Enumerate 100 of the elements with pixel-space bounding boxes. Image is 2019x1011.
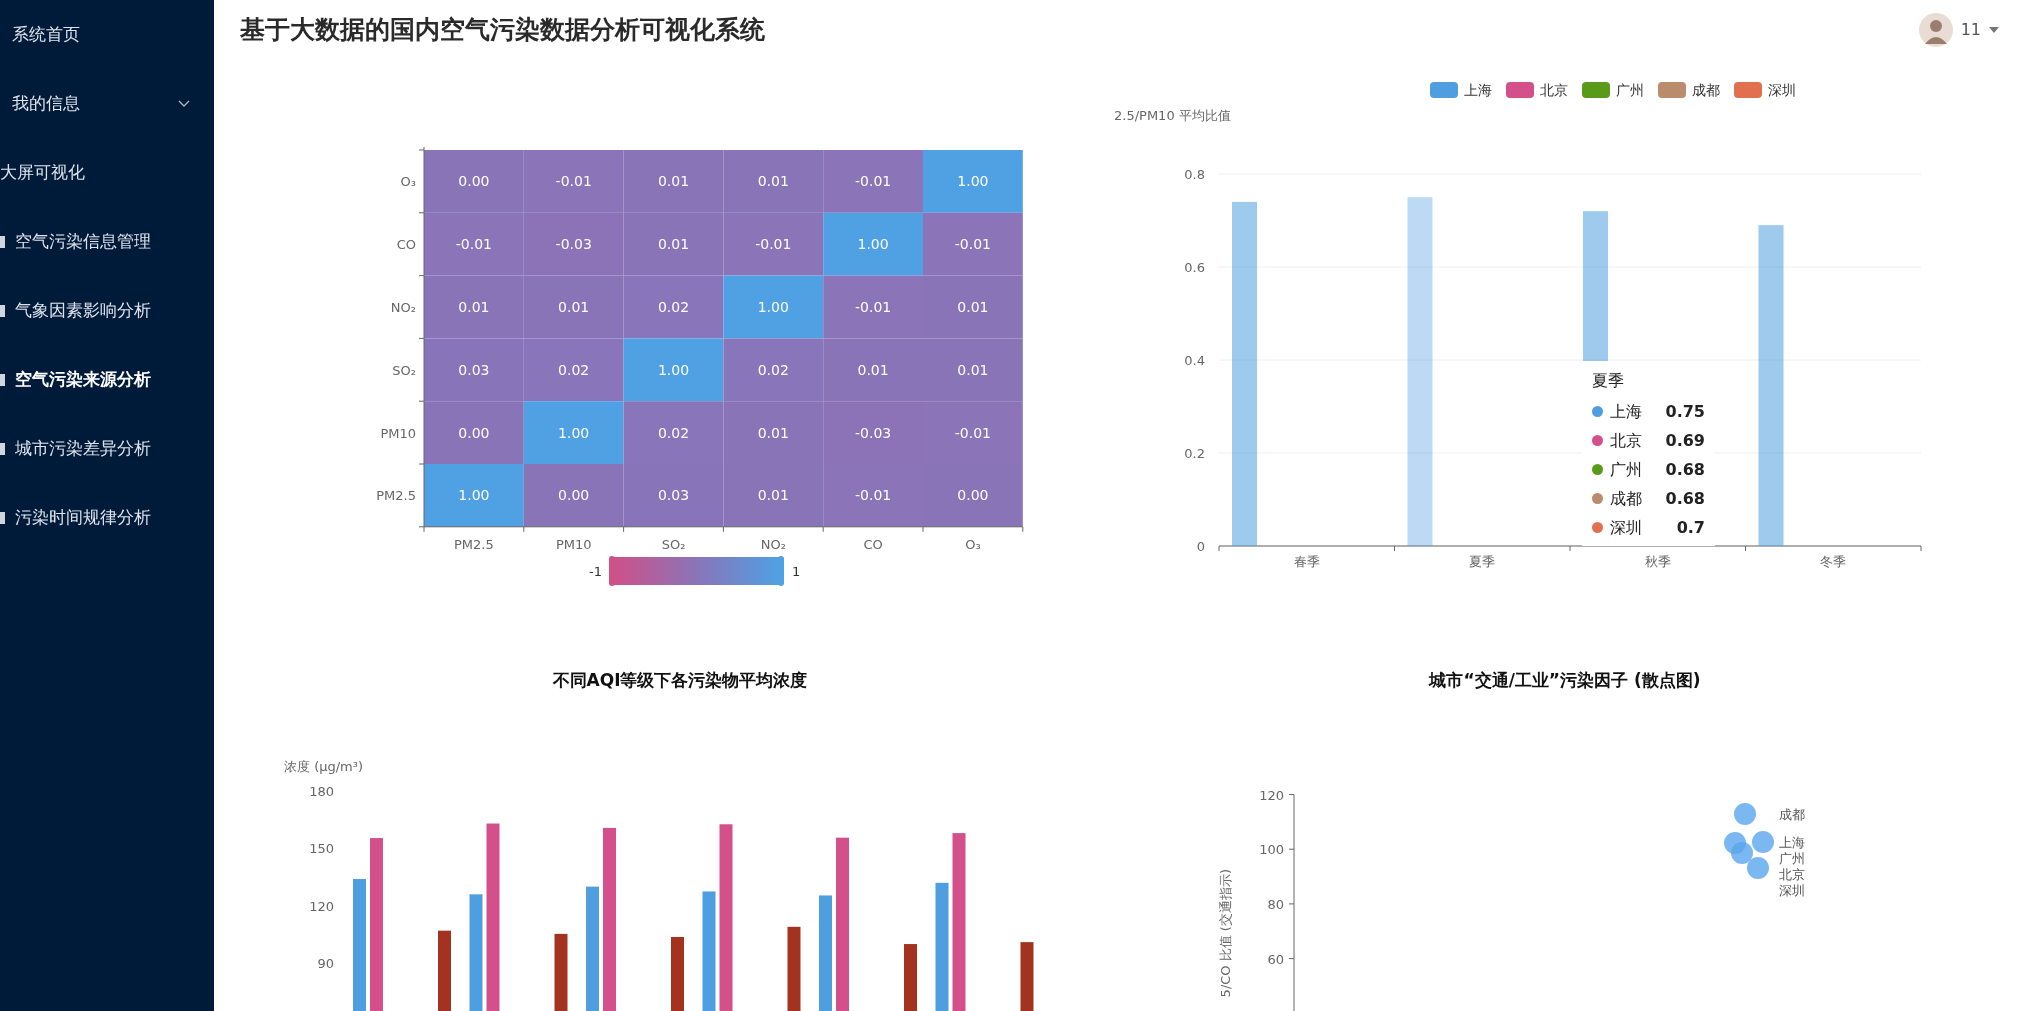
cell-value: 0.01 [458,299,490,315]
tooltip-label: 上海 [1610,400,1642,423]
menu-icon [0,442,5,455]
axis-label: SO₂ [392,362,416,378]
cell-value: 1.00 [558,424,590,441]
sidebar-item[interactable]: 系统首页 [0,0,214,69]
axis-label: O₃ [400,174,416,190]
legend-label: 成都 [1692,82,1720,98]
axis-title: 2.5/PM10 平均比值 [1114,108,1231,123]
tooltip-value: 0.69 [1665,429,1705,452]
sidebar-item[interactable]: 空气污染信息管理 [15,228,151,255]
axis-label: CO [396,237,416,253]
bar [1020,942,1034,1011]
menu-icon [0,511,5,524]
axis-label: SO₂ [661,536,686,552]
tooltip-label: 北京 [1610,429,1642,452]
tooltip-value: 0.7 [1676,516,1705,539]
legend-label: 广州 [1616,82,1644,98]
avatar-icon [1918,13,1953,47]
axis-label: 秋季 [1644,554,1671,569]
page-title: 基于大数据的国内空气污染数据分析可视化系统 [240,14,765,47]
axis-label: PM10 [555,536,592,552]
cell-value: 0.02 [558,361,590,378]
cell-value: -0.01 [855,299,892,315]
tick-label: 80 [1267,896,1284,912]
tooltip-label: 深圳 [1610,516,1642,539]
axis-label: 冬季 [1820,554,1847,569]
menu-icon [0,373,5,386]
cell-value: 0.00 [458,173,490,190]
tooltip-value: 0.68 [1665,487,1705,510]
tooltip-title: 夏季 [1592,370,1625,392]
sidebar-item[interactable]: 空气污染来源分析 [15,366,151,393]
cell-value: 0.01 [857,361,889,378]
axis-label: O₃ [965,536,981,552]
tick-label: 120 [309,898,334,914]
tick-label: 100 [1259,842,1284,858]
cell-value: 0.00 [957,487,989,504]
cell-value: -0.01 [455,236,492,253]
cell-value: -0.01 [855,173,892,190]
axis-label: PM2.5 [376,488,416,504]
tick-label: 150 [309,841,334,857]
axis-title: 浓度 (μg/m³) [284,759,364,774]
tooltip-value: 0.75 [1665,400,1705,423]
cell-value: 0.02 [657,299,690,315]
cell-value: 0.03 [657,487,690,504]
tick-label: 0 [1196,539,1205,554]
menu-icon [0,235,5,248]
sidebar-item[interactable]: 大屏可视化 [0,138,214,207]
cell-value: 0.01 [757,487,789,504]
sidebar-item[interactable]: 我的信息 [0,69,214,138]
tick-label: 0.6 [1184,260,1205,275]
bar [904,944,917,1011]
tooltip-value: 0.68 [1665,458,1705,481]
tick-label: 60 [1267,951,1284,967]
point-label: 上海 [1779,835,1805,850]
axis-label: NO₂ [390,300,416,315]
scale-label: 1 [792,564,801,579]
tick-label: 120 [1259,787,1284,803]
axis-label: NO₂ [760,536,786,552]
axis-label: CO [863,536,883,552]
tick-label: 90 [317,956,334,972]
sidebar-item[interactable]: 城市污染差异分析 [15,435,151,462]
legend-label: 北京 [1540,82,1568,98]
cell-value: 0.01 [657,173,690,190]
tick-label: 0.4 [1184,353,1205,368]
cell-value: 0.00 [458,424,490,441]
cell-value: 1.00 [957,173,989,190]
cell-value: -0.03 [555,236,592,253]
tooltip-label: 成都 [1610,487,1642,510]
cell-value: 0.01 [558,299,590,315]
cell-value: 0.01 [957,299,989,315]
axis-title: 5/CO 比值 (交通指示) [1218,869,1233,998]
chart-title: 城市“交通/工业”污染因子 (散点图) [1429,670,1701,690]
cell-value: -0.01 [755,236,792,253]
caret-icon [1989,27,1999,33]
cell-value: 1.00 [757,299,789,315]
cell-value: 0.01 [757,173,789,190]
point-label: 深圳 [1779,883,1805,898]
cell-value: 1.00 [657,361,690,378]
cell-value: 0.01 [757,424,789,441]
cell-value: 0.01 [657,236,690,253]
cell-value: -0.01 [954,236,991,253]
cell-value: 0.02 [757,361,789,378]
sidebar-item[interactable]: 气象因素影响分析 [15,297,151,324]
menu-icon [0,304,5,317]
user-name[interactable]: 11 [1960,18,1981,42]
cell-value: 1.00 [857,236,889,253]
tick-label: 180 [309,784,334,799]
legend-label: 深圳 [1768,82,1796,98]
cell-value: -0.01 [555,173,592,190]
cell-value: 0.01 [957,361,989,378]
cell-value: -0.03 [855,424,892,441]
sidebar-item[interactable]: 污染时间规律分析 [15,504,151,531]
point-label: 广州 [1779,851,1805,866]
axis-label: PM2.5 [454,536,494,552]
tooltip-label: 广州 [1610,458,1642,481]
point-label: 成都 [1779,807,1805,822]
tick-label: 0.2 [1184,446,1205,461]
cell-value: 0.02 [657,424,690,441]
legend-label: 上海 [1464,82,1492,98]
